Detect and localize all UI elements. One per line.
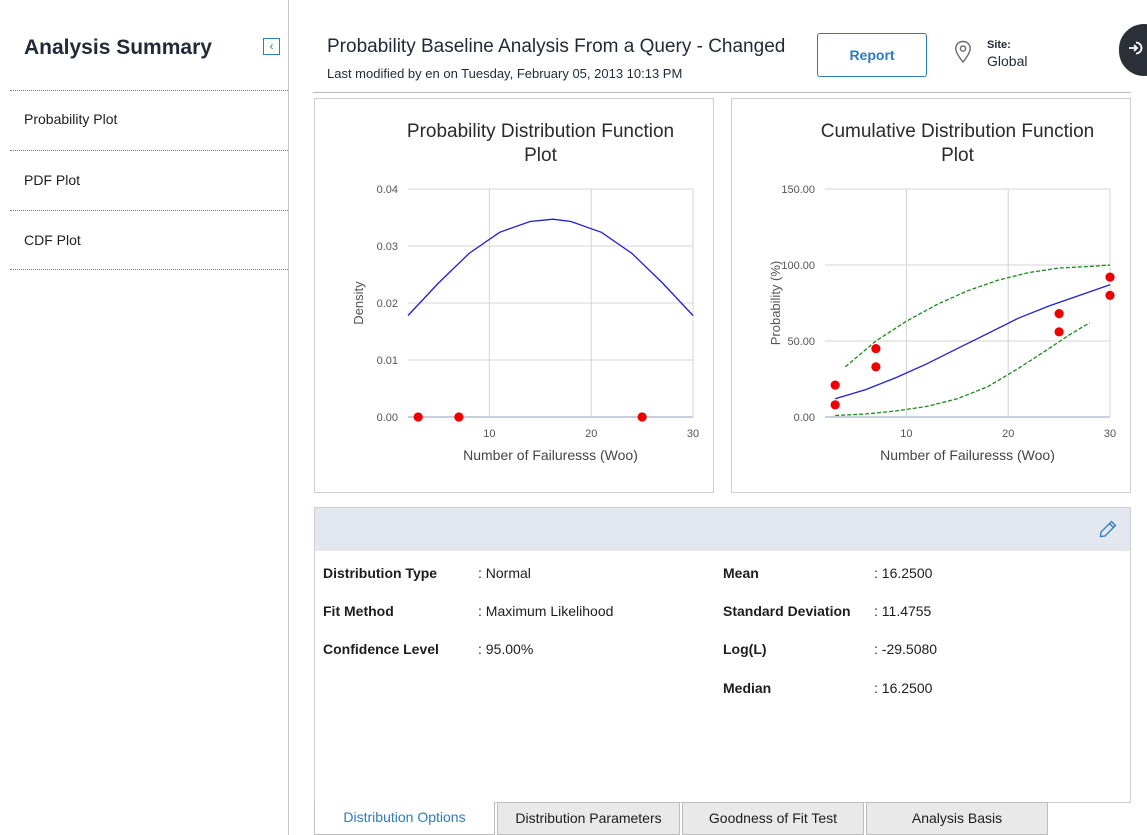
sidebar-item-cdf-plot[interactable]: CDF Plot — [24, 232, 81, 248]
pdf-x-tick-label: 10 — [483, 428, 495, 440]
cdf-y-tick-label: 100.00 — [781, 260, 815, 272]
mean-label: Mean — [723, 565, 759, 581]
collapse-sidebar-button[interactable]: ‹ — [263, 38, 280, 55]
distribution-type-value: : Normal — [478, 565, 531, 581]
pdf-chart-title: Plot — [524, 145, 557, 166]
arrow-in-circle-icon — [1129, 41, 1143, 55]
sidebar-divider — [10, 90, 288, 91]
cdf-data-point — [1054, 327, 1064, 337]
tab-distribution-options[interactable]: Distribution Options — [314, 802, 495, 835]
pdf-fit-line — [407, 218, 694, 316]
cdf-data-point — [1105, 272, 1115, 282]
pdf-data-point — [413, 412, 423, 422]
site-label: Site: — [987, 39, 1011, 51]
cdf-chart-title: Plot — [941, 145, 974, 166]
details-header — [315, 508, 1130, 551]
sidebar-item-probability-plot[interactable]: Probability Plot — [24, 111, 117, 127]
pdf-data-point — [637, 412, 647, 422]
cdf-chart: Cumulative Distribution Function Plot 10 20… — [768, 121, 1116, 463]
sidebar-item-pdf-plot[interactable]: PDF Plot — [24, 172, 80, 188]
cdf-data-point — [1054, 309, 1064, 319]
tab-analysis-basis[interactable]: Analysis Basis — [866, 802, 1048, 835]
cdf-x-tick-label: 20 — [1002, 428, 1014, 440]
page-title: Probability Baseline Analysis From a Que… — [327, 36, 786, 57]
cdf-y-tick-label: 50.00 — [787, 336, 815, 348]
cdf-x-axis-label: Number of Failuresss (Woo) — [880, 447, 1055, 463]
pdf-y-tick-label: 0.00 — [377, 412, 398, 424]
site-value: Global — [987, 53, 1028, 69]
pdf-y-axis-label: Density — [351, 281, 366, 325]
cdf-x-tick-label: 10 — [900, 428, 912, 440]
pdf-chart: Probability Distribution Function Plot 10 2… — [351, 121, 699, 463]
confidence-level-value: : 95.00% — [478, 641, 534, 657]
chevron-left-icon: ‹ — [269, 39, 274, 53]
cdf-data-point — [830, 380, 840, 390]
location-pin-icon — [955, 40, 971, 64]
header-divider — [313, 92, 1131, 93]
cdf-chart-panel: Cumulative Distribution Function Plot 10 20… — [731, 98, 1131, 493]
sidebar-divider — [10, 210, 288, 211]
cdf-fit-line — [835, 284, 1111, 400]
pdf-chart-panel: Probability Distribution Function Plot 10 2… — [314, 98, 714, 493]
confidence-level-label: Confidence Level — [323, 641, 439, 657]
pdf-y-tick-label: 0.02 — [377, 298, 398, 310]
cdf-data-point — [871, 362, 881, 372]
pdf-x-tick-label: 20 — [585, 428, 597, 440]
cdf-y-tick-label: 150.00 — [781, 184, 815, 196]
sidebar-divider — [10, 150, 288, 151]
cdf-confidence-bound-line — [844, 264, 1111, 368]
pencil-icon[interactable] — [1098, 519, 1118, 539]
standard-deviation-value: : 11.4755 — [874, 603, 932, 619]
standard-deviation-label: Standard Deviation — [723, 603, 851, 619]
tab-goodness-of-fit-test[interactable]: Goodness of Fit Test — [682, 802, 864, 835]
fit-method-label: Fit Method — [323, 603, 394, 619]
cdf-y-axis-label: Probability (%) — [768, 261, 783, 346]
cdf-x-tick-label: 30 — [1104, 428, 1116, 440]
cdf-chart-title: Cumulative Distribution Function — [821, 121, 1095, 142]
pdf-data-point — [454, 412, 464, 422]
cdf-y-tick-label: 0.00 — [794, 412, 815, 424]
median-value: : 16.2500 — [874, 680, 933, 696]
cdf-data-point — [1105, 290, 1115, 300]
tab-distribution-parameters[interactable]: Distribution Parameters — [497, 802, 680, 835]
last-modified-text: Last modified by en on Tuesday, February… — [327, 66, 683, 81]
sidebar-divider — [10, 269, 288, 270]
report-button[interactable]: Report — [817, 33, 927, 77]
pdf-y-tick-label: 0.01 — [377, 355, 398, 367]
sidebar-title: Analysis Summary — [24, 36, 212, 59]
cdf-data-point — [871, 344, 881, 354]
log-likelihood-value: : -29.5080 — [874, 641, 938, 657]
pdf-y-tick-label: 0.03 — [377, 241, 398, 253]
median-label: Median — [723, 680, 772, 696]
cdf-data-point — [830, 400, 840, 410]
sidebar: Analysis Summary ‹ Probability Plot PDF … — [0, 0, 289, 835]
pdf-x-axis-label: Number of Failuresss (Woo) — [463, 447, 638, 463]
pdf-x-tick-label: 30 — [687, 428, 699, 440]
log-likelihood-label: Log(L) — [723, 641, 767, 657]
pdf-y-tick-label: 0.04 — [377, 184, 398, 196]
mean-value: : 16.2500 — [874, 565, 933, 581]
distribution-type-label: Distribution Type — [323, 565, 438, 581]
pdf-chart-title: Probability Distribution Function — [407, 121, 674, 142]
distribution-details-panel: Distribution Type : Normal Fit Method : … — [314, 507, 1131, 803]
fit-method-value: : Maximum Likelihood — [478, 603, 614, 619]
